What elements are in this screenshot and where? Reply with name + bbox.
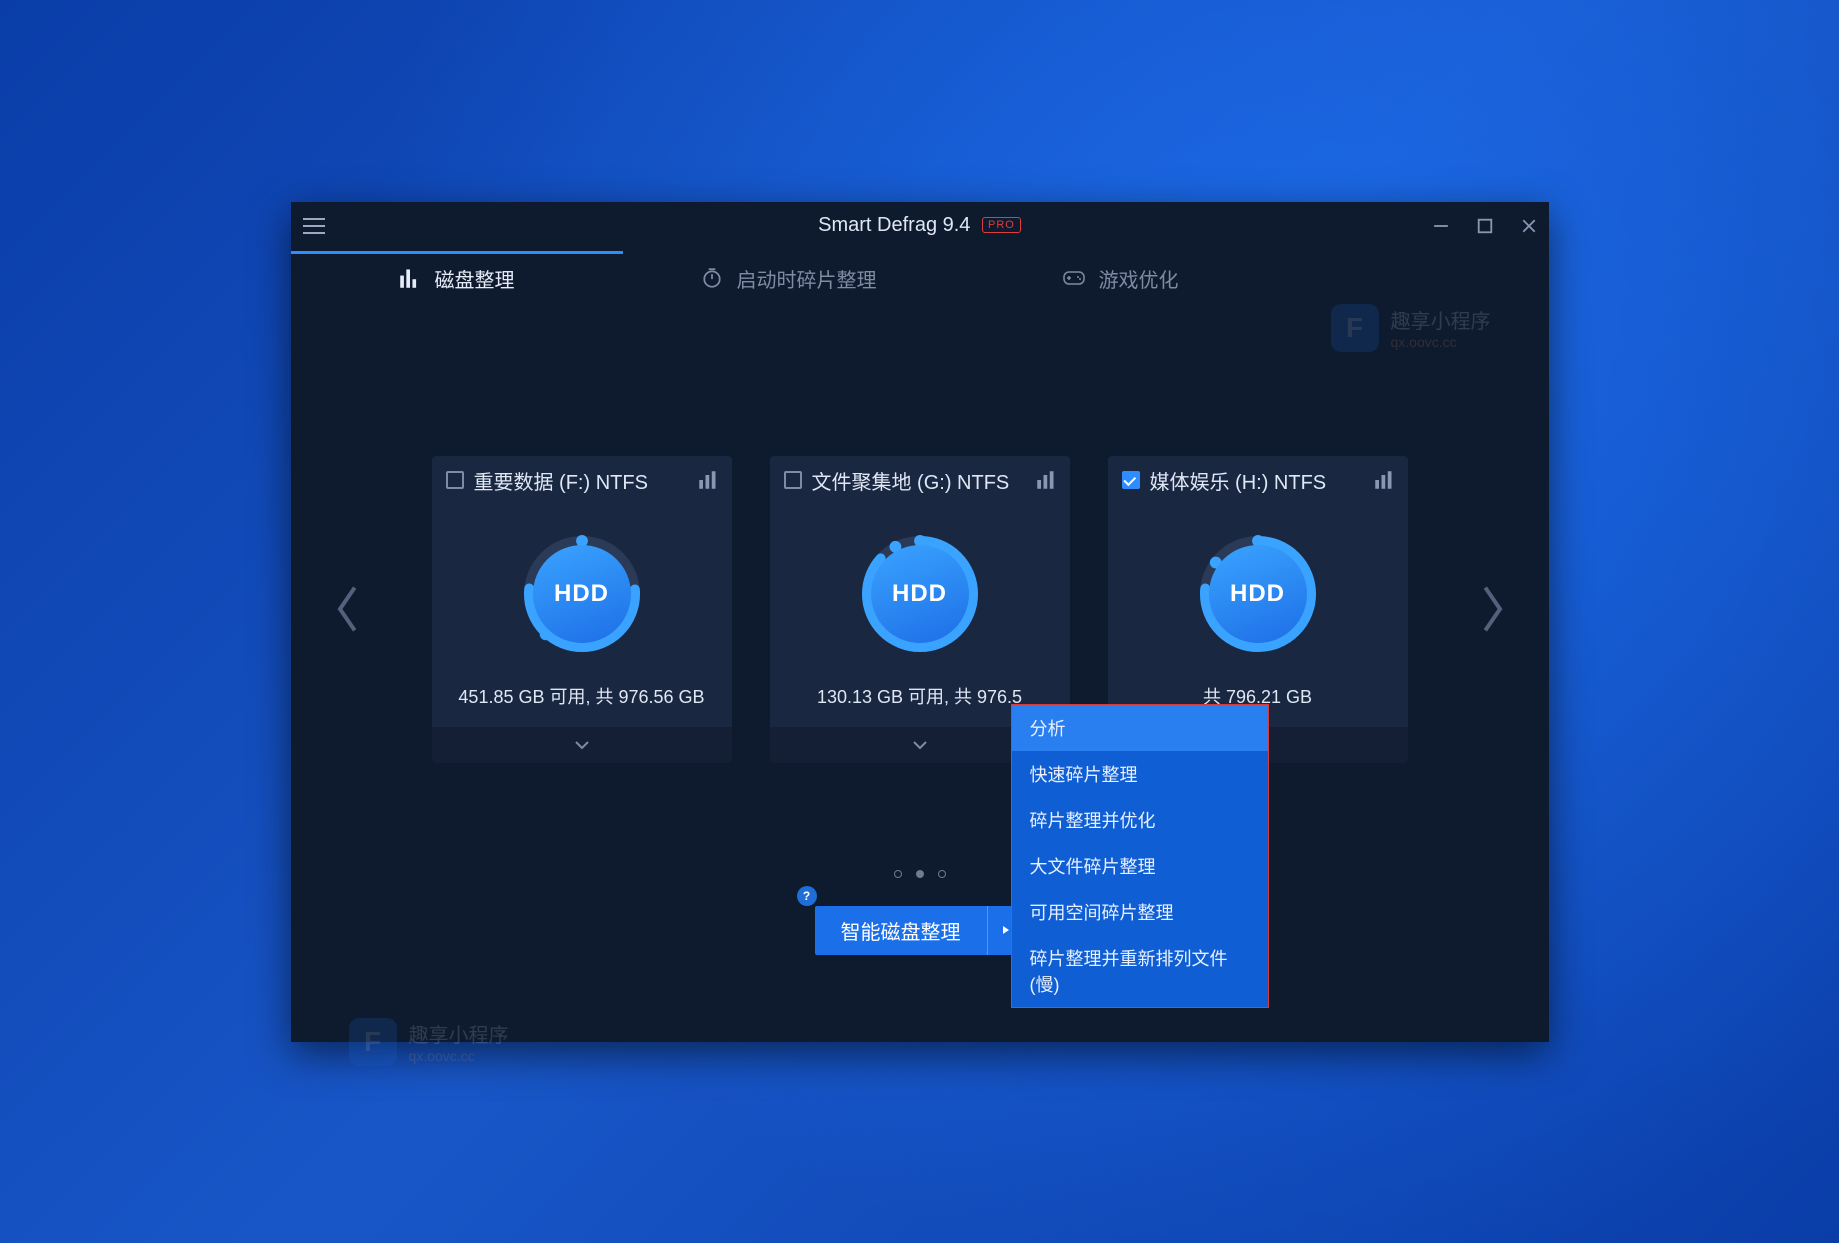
checkbox[interactable]	[784, 471, 802, 489]
menu-icon[interactable]	[303, 213, 329, 239]
watermark-brand: 趣享小程序	[1391, 305, 1491, 334]
pro-badge: PRO	[982, 217, 1021, 233]
disk-name: 文件聚集地 (G:) NTFS	[812, 466, 1026, 495]
disk-type: HDD	[871, 545, 969, 643]
window-controls	[1433, 218, 1537, 234]
page-dot[interactable]	[938, 870, 946, 878]
disk-circle: HDD	[861, 535, 979, 653]
disk-circle: HDD	[1199, 535, 1317, 653]
tab-game-optimize[interactable]: 游戏优化	[955, 250, 1287, 306]
card-header: 媒体娱乐 (H:) NTFS	[1108, 456, 1408, 505]
menu-item-defrag-reorder[interactable]: 碎片整理并重新排列文件 (慢)	[1012, 935, 1268, 1007]
primary-action: ? 智能磁盘整理	[815, 906, 1025, 955]
watermark: F 趣享小程序 qx.oovc.cc	[1331, 304, 1491, 352]
disk-type: HDD	[1209, 545, 1307, 643]
page-dot[interactable]	[894, 870, 902, 878]
app-title: Smart Defrag 9.4 PRO	[291, 214, 1549, 237]
disk-type: HDD	[533, 545, 631, 643]
watermark-logo: F	[349, 1018, 397, 1066]
bars-icon	[399, 267, 421, 289]
tabs-bar: 磁盘整理 启动时碎片整理 游戏优化	[291, 250, 1549, 306]
chart-icon[interactable]	[1374, 470, 1394, 490]
titlebar: Smart Defrag 9.4 PRO	[291, 202, 1549, 250]
checkbox[interactable]	[446, 471, 464, 489]
defrag-menu: 分析 快速碎片整理 碎片整理并优化 大文件碎片整理 可用空间碎片整理 碎片整理并…	[1011, 704, 1269, 1008]
watermark-url: qx.oovc.cc	[1391, 334, 1491, 350]
card-header: 文件聚集地 (G:) NTFS	[770, 456, 1070, 505]
disk-card-f[interactable]: 重要数据 (F:) NTFS HDD	[432, 456, 732, 763]
menu-item-free-space-defrag[interactable]: 可用空间碎片整理	[1012, 889, 1268, 935]
close-button[interactable]	[1521, 218, 1537, 234]
watermark-logo: F	[1331, 304, 1379, 352]
prev-arrow[interactable]	[324, 577, 372, 641]
clock-icon	[701, 267, 723, 289]
smart-defrag-button[interactable]: 智能磁盘整理	[815, 906, 987, 955]
tab-label: 磁盘整理	[435, 264, 515, 293]
card-header: 重要数据 (F:) NTFS	[432, 456, 732, 505]
tab-boot-defrag[interactable]: 启动时碎片整理	[623, 250, 955, 306]
maximize-button[interactable]	[1477, 218, 1493, 234]
checkbox[interactable]	[1122, 471, 1140, 489]
next-arrow[interactable]	[1468, 577, 1516, 641]
tab-disk-defrag[interactable]: 磁盘整理	[291, 250, 623, 306]
menu-item-analyze[interactable]: 分析	[1012, 705, 1268, 751]
watermark: F 趣享小程序 qx.oovc.cc	[349, 1018, 509, 1066]
disk-name: 媒体娱乐 (H:) NTFS	[1150, 466, 1364, 495]
watermark-brand: 趣享小程序	[409, 1019, 509, 1048]
chart-icon[interactable]	[698, 470, 718, 490]
content-area: F 趣享小程序 qx.oovc.cc F 趣享小程序 qx.oovc.cc F …	[291, 306, 1549, 1042]
disk-carousel: 重要数据 (F:) NTFS HDD	[291, 456, 1549, 763]
help-icon[interactable]: ?	[797, 886, 817, 906]
watermark-url: qx.oovc.cc	[409, 1048, 509, 1064]
menu-item-defrag-optimize[interactable]: 碎片整理并优化	[1012, 797, 1268, 843]
tab-label: 启动时碎片整理	[737, 264, 877, 293]
menu-item-fast-defrag[interactable]: 快速碎片整理	[1012, 751, 1268, 797]
page-dots	[291, 870, 1549, 878]
tab-label: 游戏优化	[1099, 264, 1179, 293]
gamepad-icon	[1063, 267, 1085, 289]
disk-circle: HDD	[523, 535, 641, 653]
app-title-text: Smart Defrag 9.4	[818, 214, 970, 236]
page-dot[interactable]	[916, 870, 924, 878]
disk-usage: 451.85 GB 可用, 共 976.56 GB	[432, 683, 732, 723]
chart-icon[interactable]	[1036, 470, 1056, 490]
disk-name: 重要数据 (F:) NTFS	[474, 466, 688, 495]
menu-item-large-file-defrag[interactable]: 大文件碎片整理	[1012, 843, 1268, 889]
minimize-button[interactable]	[1433, 218, 1449, 234]
app-window: Smart Defrag 9.4 PRO 磁盘整理 启	[291, 202, 1549, 1042]
expand-button[interactable]	[432, 727, 732, 763]
